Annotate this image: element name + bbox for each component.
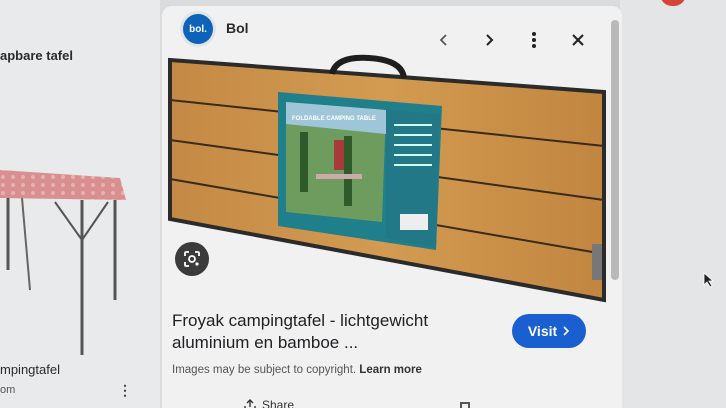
product-box-title: FOLDABLE CAMPING TABLE — [292, 116, 376, 122]
bol-logo[interactable]: bol. — [183, 14, 213, 44]
save-icon[interactable] — [460, 402, 470, 408]
share-button[interactable]: Share — [244, 398, 294, 408]
result-thumbnail-folding-table[interactable] — [0, 150, 140, 360]
share-label: Share — [262, 398, 295, 408]
product-image-camping-table[interactable]: FOLDABLE CAMPING TABLE — [164, 54, 612, 304]
visit-label: Visit — [527, 323, 558, 339]
copyright-notice: Images may be subject to copyright. Lear… — [172, 364, 422, 376]
copyright-text: Images may be subject to copyright. — [172, 364, 357, 376]
chevron-left-icon[interactable] — [432, 28, 456, 52]
close-icon[interactable] — [566, 28, 590, 52]
more-vert-icon[interactable] — [522, 28, 546, 52]
left-results-column: apbare tafel mpingtafel om ⋮ — [0, 0, 160, 408]
google-lens-icon[interactable] — [175, 242, 209, 276]
mouse-cursor — [703, 272, 715, 288]
bol-logo-text: bol. — [189, 23, 207, 35]
chevron-right-icon — [563, 326, 570, 336]
result-title[interactable]: apbare tafel — [0, 48, 73, 63]
learn-more-link[interactable]: Learn more — [359, 364, 422, 376]
result-source: om — [0, 384, 16, 396]
result-title-link[interactable]: Froyak campingtafel - lichtgewicht alumi… — [172, 310, 492, 354]
visit-button[interactable]: Visit — [512, 314, 586, 348]
source-name[interactable]: Bol — [226, 20, 249, 36]
panel-scrollbar[interactable] — [611, 20, 619, 280]
chevron-right-icon[interactable] — [477, 28, 501, 52]
share-icon — [244, 399, 256, 408]
title-line-2: aluminium en bamboe ... — [172, 333, 359, 352]
result-caption[interactable]: mpingtafel — [0, 362, 60, 377]
background-strip — [620, 0, 726, 408]
title-line-1: Froyak campingtafel - lichtgewicht — [172, 311, 429, 330]
more-vert-icon[interactable]: ⋮ — [118, 382, 132, 399]
